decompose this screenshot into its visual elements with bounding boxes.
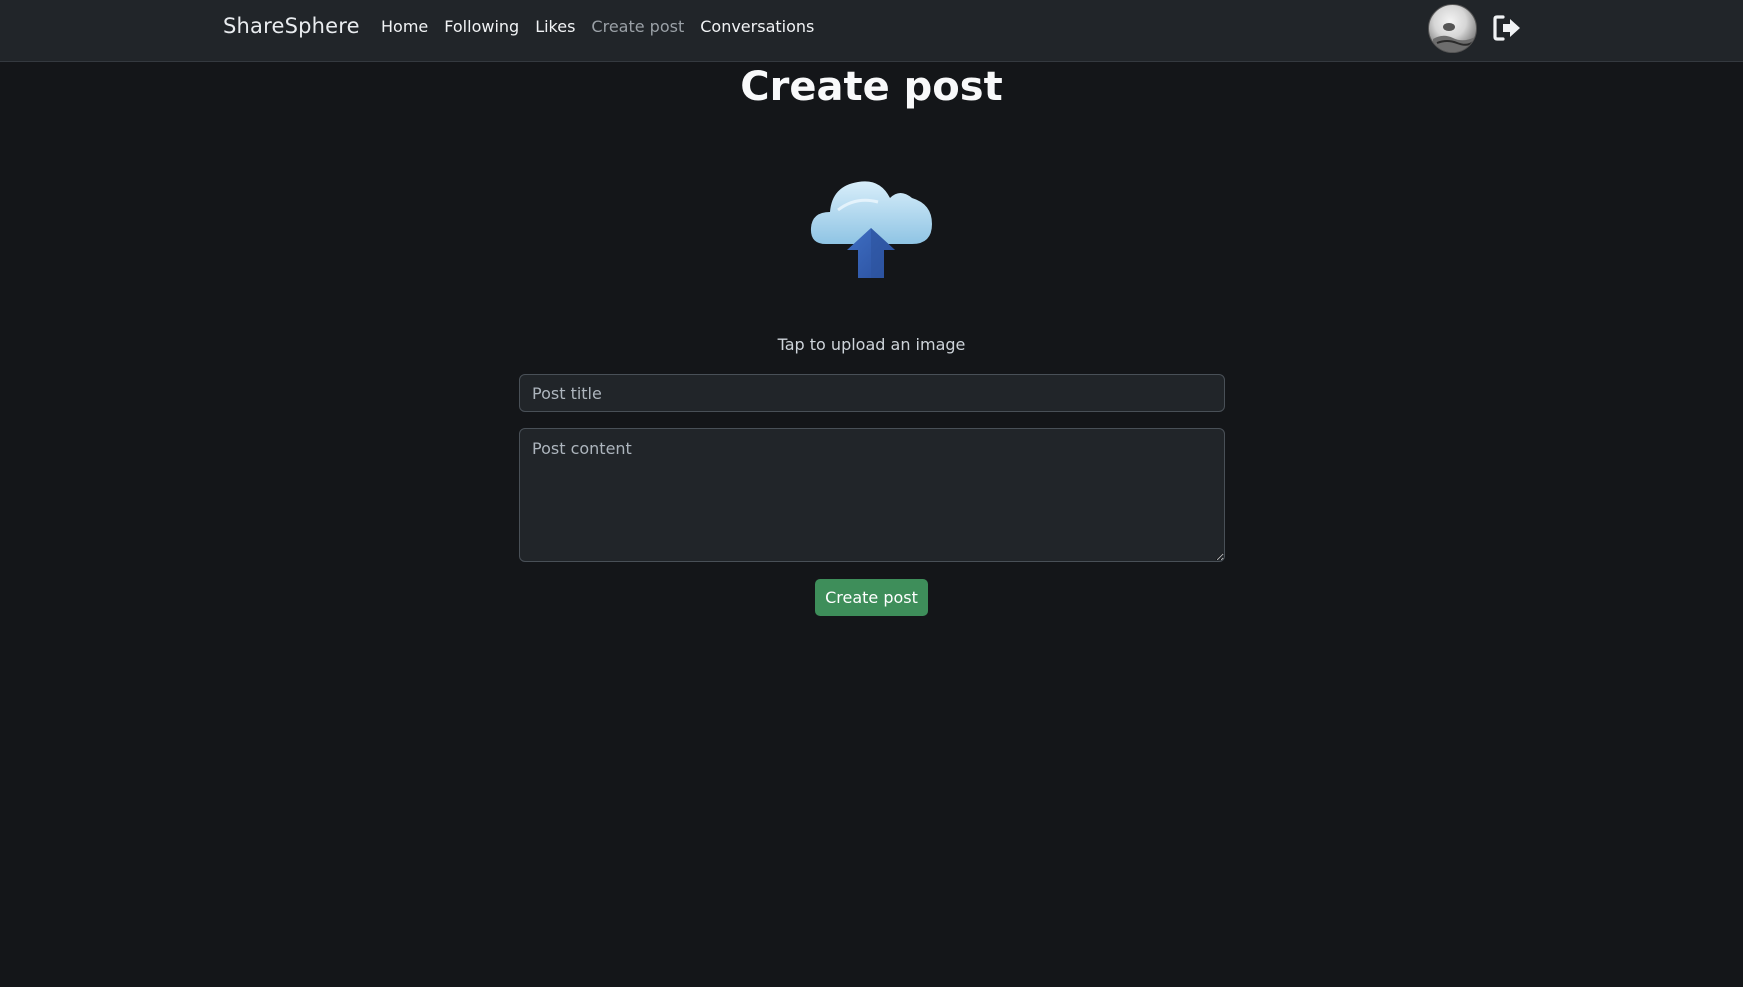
upload-caption: Tap to upload an image [777, 335, 966, 354]
avatar-image-icon [1433, 23, 1475, 52]
post-title-input[interactable] [519, 374, 1225, 412]
nav-likes[interactable]: Likes [535, 17, 575, 36]
create-post-button[interactable]: Create post [815, 579, 928, 616]
cloud-upload-icon[interactable] [808, 172, 934, 282]
nav-conversations[interactable]: Conversations [700, 17, 814, 36]
logout-icon[interactable] [1492, 13, 1522, 43]
page-title: Create post [740, 64, 1003, 110]
brand-logo[interactable]: ShareSphere [223, 14, 360, 38]
nav-following[interactable]: Following [444, 17, 519, 36]
nav-home[interactable]: Home [381, 17, 428, 36]
nav-links: Home Following Likes Create post Convers… [381, 17, 830, 36]
nav-create-post[interactable]: Create post [591, 17, 684, 36]
navbar: ShareSphere Home Following Likes Create … [0, 0, 1743, 62]
user-avatar[interactable] [1428, 4, 1477, 53]
post-content-input[interactable] [519, 428, 1225, 562]
